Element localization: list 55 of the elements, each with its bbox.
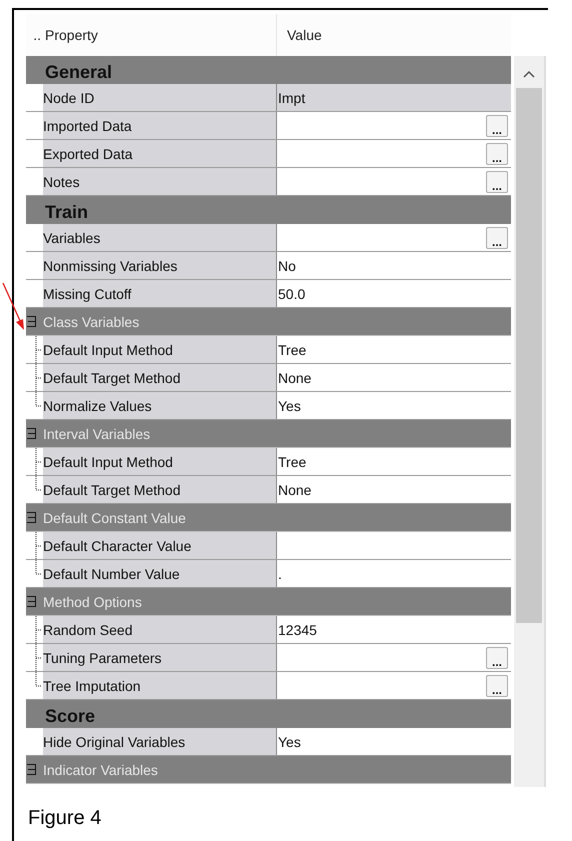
group-title: Default Constant Value bbox=[43, 510, 186, 526]
property-name: Tuning Parameters bbox=[43, 644, 277, 671]
figure-caption: Figure 4 bbox=[28, 807, 102, 830]
ellipsis-button[interactable]: ... bbox=[486, 114, 508, 136]
group-title: Method Options bbox=[43, 594, 142, 610]
value-text: None bbox=[277, 482, 312, 498]
property-name: Random Seed bbox=[43, 616, 277, 643]
property-name: Node ID bbox=[43, 84, 277, 111]
ellipsis-button[interactable]: ... bbox=[486, 142, 508, 164]
value-text: No bbox=[277, 258, 296, 274]
collapse-icon[interactable] bbox=[27, 512, 36, 523]
ellipsis-button[interactable]: ... bbox=[486, 226, 508, 248]
ellipsis-button[interactable]: ... bbox=[486, 170, 508, 192]
group-title: Class Variables bbox=[43, 314, 140, 330]
collapse-icon[interactable] bbox=[27, 428, 36, 439]
collapse-icon[interactable] bbox=[27, 596, 36, 607]
property-name: Tree Imputation bbox=[43, 672, 277, 699]
ellipsis-button[interactable]: ... bbox=[486, 674, 508, 696]
scrollbar[interactable] bbox=[514, 56, 546, 787]
property-name: Imported Data bbox=[43, 112, 277, 139]
property-name: Default Input Method bbox=[43, 336, 277, 363]
category-title: Score bbox=[44, 705, 96, 728]
property-name: Default Target Method bbox=[43, 364, 277, 391]
property-name: Default Character Value bbox=[43, 532, 277, 559]
value-text: Tree bbox=[277, 342, 306, 358]
property-name: Default Target Method bbox=[43, 476, 277, 503]
group-title: Indicator Variables bbox=[43, 762, 158, 778]
property-name: Notes bbox=[43, 168, 277, 195]
value-text: 12345 bbox=[277, 622, 317, 638]
value-text: 50.0 bbox=[277, 286, 306, 302]
property-name: Normalize Values bbox=[43, 392, 277, 419]
property-name: Default Input Method bbox=[43, 448, 277, 475]
column-header[interactable]: Value bbox=[277, 27, 322, 43]
value-text: None bbox=[277, 370, 312, 386]
scroll-thumb[interactable] bbox=[516, 88, 542, 623]
property-name: Variables bbox=[43, 224, 277, 251]
property-name: Default Number Value bbox=[43, 560, 277, 587]
category-title: General bbox=[44, 61, 112, 84]
collapse-icon[interactable] bbox=[27, 764, 36, 775]
ellipsis-button[interactable]: ... bbox=[486, 646, 508, 668]
group-title: Interval Variables bbox=[43, 426, 150, 442]
category-title: Train bbox=[44, 201, 88, 224]
property-name: Exported Data bbox=[43, 140, 277, 167]
property-name: Missing Cutoff bbox=[43, 280, 277, 307]
collapse-icon[interactable] bbox=[27, 316, 36, 327]
column-header[interactable]: .. bbox=[26, 27, 43, 43]
value-text: . bbox=[277, 566, 282, 582]
value-text: Impt bbox=[277, 90, 306, 106]
value-text: Yes bbox=[277, 398, 301, 414]
property-name: Nonmissing Variables bbox=[43, 252, 277, 279]
value-text: Yes bbox=[277, 734, 301, 750]
scroll-up-icon[interactable] bbox=[523, 70, 535, 78]
property-name: Hide Original Variables bbox=[43, 728, 277, 755]
value-text: Tree bbox=[277, 454, 306, 470]
arrow-icon bbox=[2, 282, 26, 332]
